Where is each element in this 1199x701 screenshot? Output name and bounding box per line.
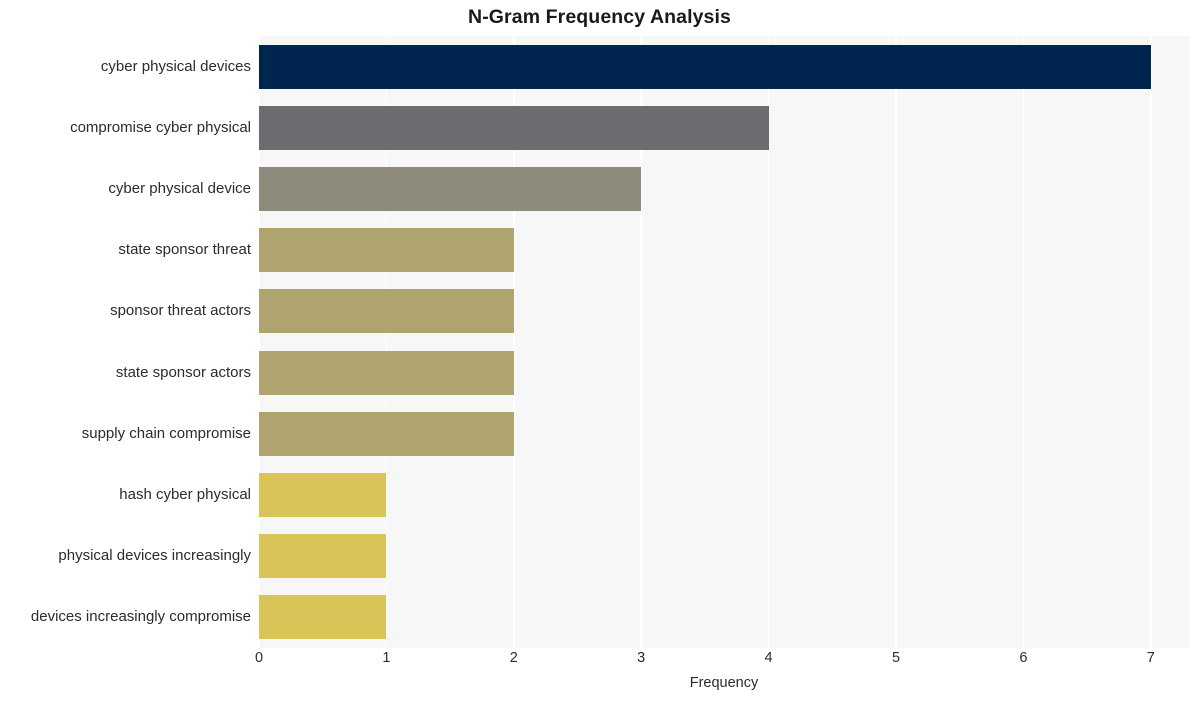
x-axis-tick-label: 1 <box>382 650 391 666</box>
bar[interactable] <box>259 534 387 579</box>
y-axis-label: cyber physical devices <box>100 57 251 75</box>
ngram-frequency-bar-chart: N-Gram Frequency Analysis cyber physical… <box>0 0 1199 701</box>
bar[interactable] <box>259 411 514 456</box>
x-axis-tick-label: 4 <box>764 650 773 666</box>
x-axis-tick-label: 7 <box>1146 650 1155 666</box>
y-axis-label: state sponsor threat <box>118 241 251 259</box>
y-axis-label: supply chain compromise <box>81 424 251 442</box>
bar-row <box>259 342 1189 403</box>
x-axis-tick-label: 0 <box>254 650 264 666</box>
y-axis-label: state sponsor actors <box>115 363 251 381</box>
bar-row <box>259 403 1189 464</box>
bar-row <box>259 526 1189 587</box>
bar-row <box>259 36 1189 97</box>
bar-row <box>259 464 1189 525</box>
x-axis-tick-label: 5 <box>891 650 901 666</box>
y-axis-label: devices increasingly compromise <box>30 608 251 626</box>
bar[interactable] <box>259 595 387 640</box>
bar-row <box>259 158 1189 219</box>
plot-area <box>259 36 1189 648</box>
bar[interactable] <box>259 166 642 211</box>
bar[interactable] <box>259 228 514 273</box>
bar-row <box>259 587 1189 648</box>
y-axis-label: sponsor threat actors <box>110 302 251 320</box>
y-axis-label: physical devices increasingly <box>58 547 251 565</box>
bar[interactable] <box>259 44 1151 89</box>
x-axis-tick-label: 3 <box>637 650 646 666</box>
y-axis-label: compromise cyber physical <box>70 118 251 136</box>
x-axis-tick-labels: 0 1 2 3 4 5 6 7 <box>255 650 1189 672</box>
y-axis-labels: cyber physical devices compromise cyber p… <box>0 36 251 648</box>
bar-row <box>259 220 1189 281</box>
x-axis-title: Frequency <box>689 675 759 691</box>
bar[interactable] <box>259 472 387 517</box>
y-axis-label: hash cyber physical <box>119 486 251 503</box>
y-axis-label: cyber physical device <box>108 180 251 197</box>
bar[interactable] <box>259 350 514 395</box>
bar[interactable] <box>259 289 514 334</box>
bar-row <box>259 97 1189 158</box>
bar-row <box>259 281 1189 342</box>
x-axis-tick-label: 2 <box>509 650 518 666</box>
bar[interactable] <box>259 105 769 150</box>
chart-title: N-Gram Frequency Analysis <box>468 6 731 28</box>
x-axis-tick-label: 6 <box>1019 650 1028 666</box>
